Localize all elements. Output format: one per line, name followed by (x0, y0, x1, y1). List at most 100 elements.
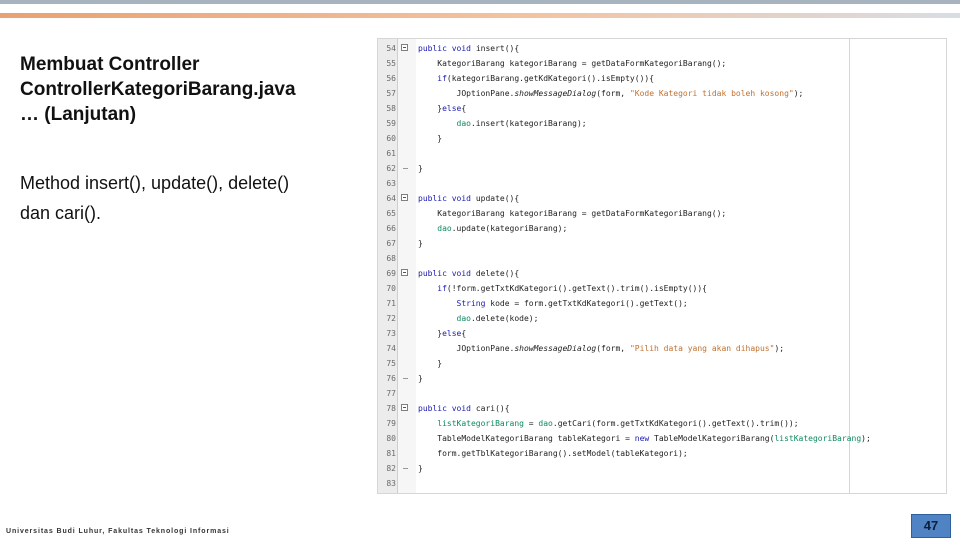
code-text: } (418, 359, 443, 368)
code-line: 60 } (378, 131, 946, 146)
code-text: KategoriBarang kategoriBarang = getDataF… (418, 209, 727, 218)
code-line: 56 if(kategoriBarang.getKdKategori().isE… (378, 71, 946, 86)
slide-title-line: … (Lanjutan) (20, 104, 137, 125)
code-editor-screenshot: 54 public void insert(){ 55 KategoriBarang… (377, 38, 947, 494)
footer-institution: Universitas Budi Luhur, Fakultas Teknolo… (6, 528, 230, 535)
slide-description: Method insert(), update(), delete() dan … (20, 168, 370, 228)
code-text: if(!form.getTxtKdKategori().getText().tr… (437, 284, 707, 293)
code-line: 75 } (378, 356, 946, 371)
code-line: 69 public void delete(){ (378, 266, 946, 281)
code-line: 64 public void update(){ (378, 191, 946, 206)
line-number: 67 (386, 239, 396, 248)
line-number: 77 (386, 389, 396, 398)
code-line: 79 listKategoriBarang = dao.getCari(form… (378, 416, 946, 431)
code-text: dao.insert(kategoriBarang); (456, 119, 587, 128)
code-text: JOptionPane.showMessageDialog(form, "Pil… (418, 344, 785, 353)
code-line: 81 form.getTblKategoriBarang().setModel(… (378, 446, 946, 461)
code-text: } (418, 164, 423, 173)
top-accent-bar (0, 13, 960, 18)
line-number: 72 (386, 314, 396, 323)
line-number: 69 (386, 269, 396, 278)
line-number: 79 (386, 419, 396, 428)
code-text: listKategoriBarang = dao.getCari(form.ge… (437, 419, 799, 428)
fold-toggle-icon[interactable] (401, 269, 408, 276)
line-number: 60 (386, 134, 396, 143)
code-line: 65 KategoriBarang kategoriBarang = getDa… (378, 206, 946, 221)
line-number: 74 (386, 344, 396, 353)
code-line: 70 if(!form.getTxtKdKategori().getText()… (378, 281, 946, 296)
code-line: 78 public void cari(){ (378, 401, 946, 416)
code-line: 55 KategoriBarang kategoriBarang = getDa… (378, 56, 946, 71)
code-line: 74 JOptionPane.showMessageDialog(form, "… (378, 341, 946, 356)
line-number: 55 (386, 59, 396, 68)
code-text: }else{ (418, 104, 467, 113)
line-number: 78 (386, 404, 396, 413)
code-line: 72 dao.delete(kode); (378, 311, 946, 326)
code-line: 67} (378, 236, 946, 251)
fold-toggle-icon[interactable] (401, 44, 408, 51)
code-text: } (418, 464, 423, 473)
line-number: 68 (386, 254, 396, 263)
code-line: 59 dao.insert(kategoriBarang); (378, 116, 946, 131)
code-text: TableModelKategoriBarang tableKategori =… (418, 434, 871, 443)
code-text: public void cari(){ (418, 404, 510, 413)
line-number: 63 (386, 179, 396, 188)
code-text: if(kategoriBarang.getKdKategori().isEmpt… (437, 74, 655, 83)
line-number: 75 (386, 359, 396, 368)
line-number: 59 (386, 119, 396, 128)
line-number: 66 (386, 224, 396, 233)
line-number: 65 (386, 209, 396, 218)
line-number: 83 (386, 479, 396, 488)
slide-description-line: dan cari(). (20, 203, 102, 223)
code-line: 80 TableModelKategoriBarang tableKategor… (378, 431, 946, 446)
code-text: KategoriBarang kategoriBarang = getDataF… (418, 59, 727, 68)
line-number: 58 (386, 104, 396, 113)
line-number: 57 (386, 89, 396, 98)
line-number: 73 (386, 329, 396, 338)
line-number: 56 (386, 74, 396, 83)
line-number: 54 (386, 44, 396, 53)
code-text: JOptionPane.showMessageDialog(form, "Kod… (418, 89, 804, 98)
fold-toggle-icon[interactable] (401, 194, 408, 201)
code-line: 68 (378, 251, 946, 266)
line-number: 64 (386, 194, 396, 203)
top-border (0, 0, 960, 4)
code-text: }else{ (418, 329, 467, 338)
fold-end-marker-icon (403, 468, 408, 469)
line-number: 82 (386, 464, 396, 473)
code-text: public void insert(){ (418, 44, 520, 53)
code-line: 73 }else{ (378, 326, 946, 341)
slide-title-line: ControllerKategoriBarang.java (20, 79, 296, 100)
code-line: 77 (378, 386, 946, 401)
code-line: 57 JOptionPane.showMessageDialog(form, "… (378, 86, 946, 101)
code-text: } (418, 239, 423, 248)
code-line: 63 (378, 176, 946, 191)
line-number: 71 (386, 299, 396, 308)
page-number-badge: 47 (911, 514, 951, 538)
code-line: 76} (378, 371, 946, 386)
code-text: String kode = form.getTxtKdKategori().ge… (456, 299, 688, 308)
fold-toggle-icon[interactable] (401, 404, 408, 411)
code-line: 62} (378, 161, 946, 176)
code-text: } (418, 374, 423, 383)
slide-description-line: Method insert(), update(), delete() (20, 173, 290, 193)
code-line: 83 (378, 476, 946, 491)
code-text: } (418, 134, 443, 143)
code-text: public void delete(){ (418, 269, 520, 278)
slide-title-line: Membuat Controller (20, 54, 200, 75)
line-number: 81 (386, 449, 396, 458)
code-line: 58 }else{ (378, 101, 946, 116)
code-text: form.getTblKategoriBarang().setModel(tab… (418, 449, 688, 458)
slide-title: Membuat Controller ControllerKategoriBar… (20, 52, 380, 127)
code-line: 82} (378, 461, 946, 476)
code-line: 66 dao.update(kategoriBarang); (378, 221, 946, 236)
code-line: 71 String kode = form.getTxtKdKategori()… (378, 296, 946, 311)
code-line: 61 (378, 146, 946, 161)
line-number: 70 (386, 284, 396, 293)
code-text: public void update(){ (418, 194, 520, 203)
code-text: dao.delete(kode); (456, 314, 539, 323)
code-line: 54 public void insert(){ (378, 41, 946, 56)
line-number: 62 (386, 164, 396, 173)
fold-end-marker-icon (403, 168, 408, 169)
line-number: 61 (386, 149, 396, 158)
